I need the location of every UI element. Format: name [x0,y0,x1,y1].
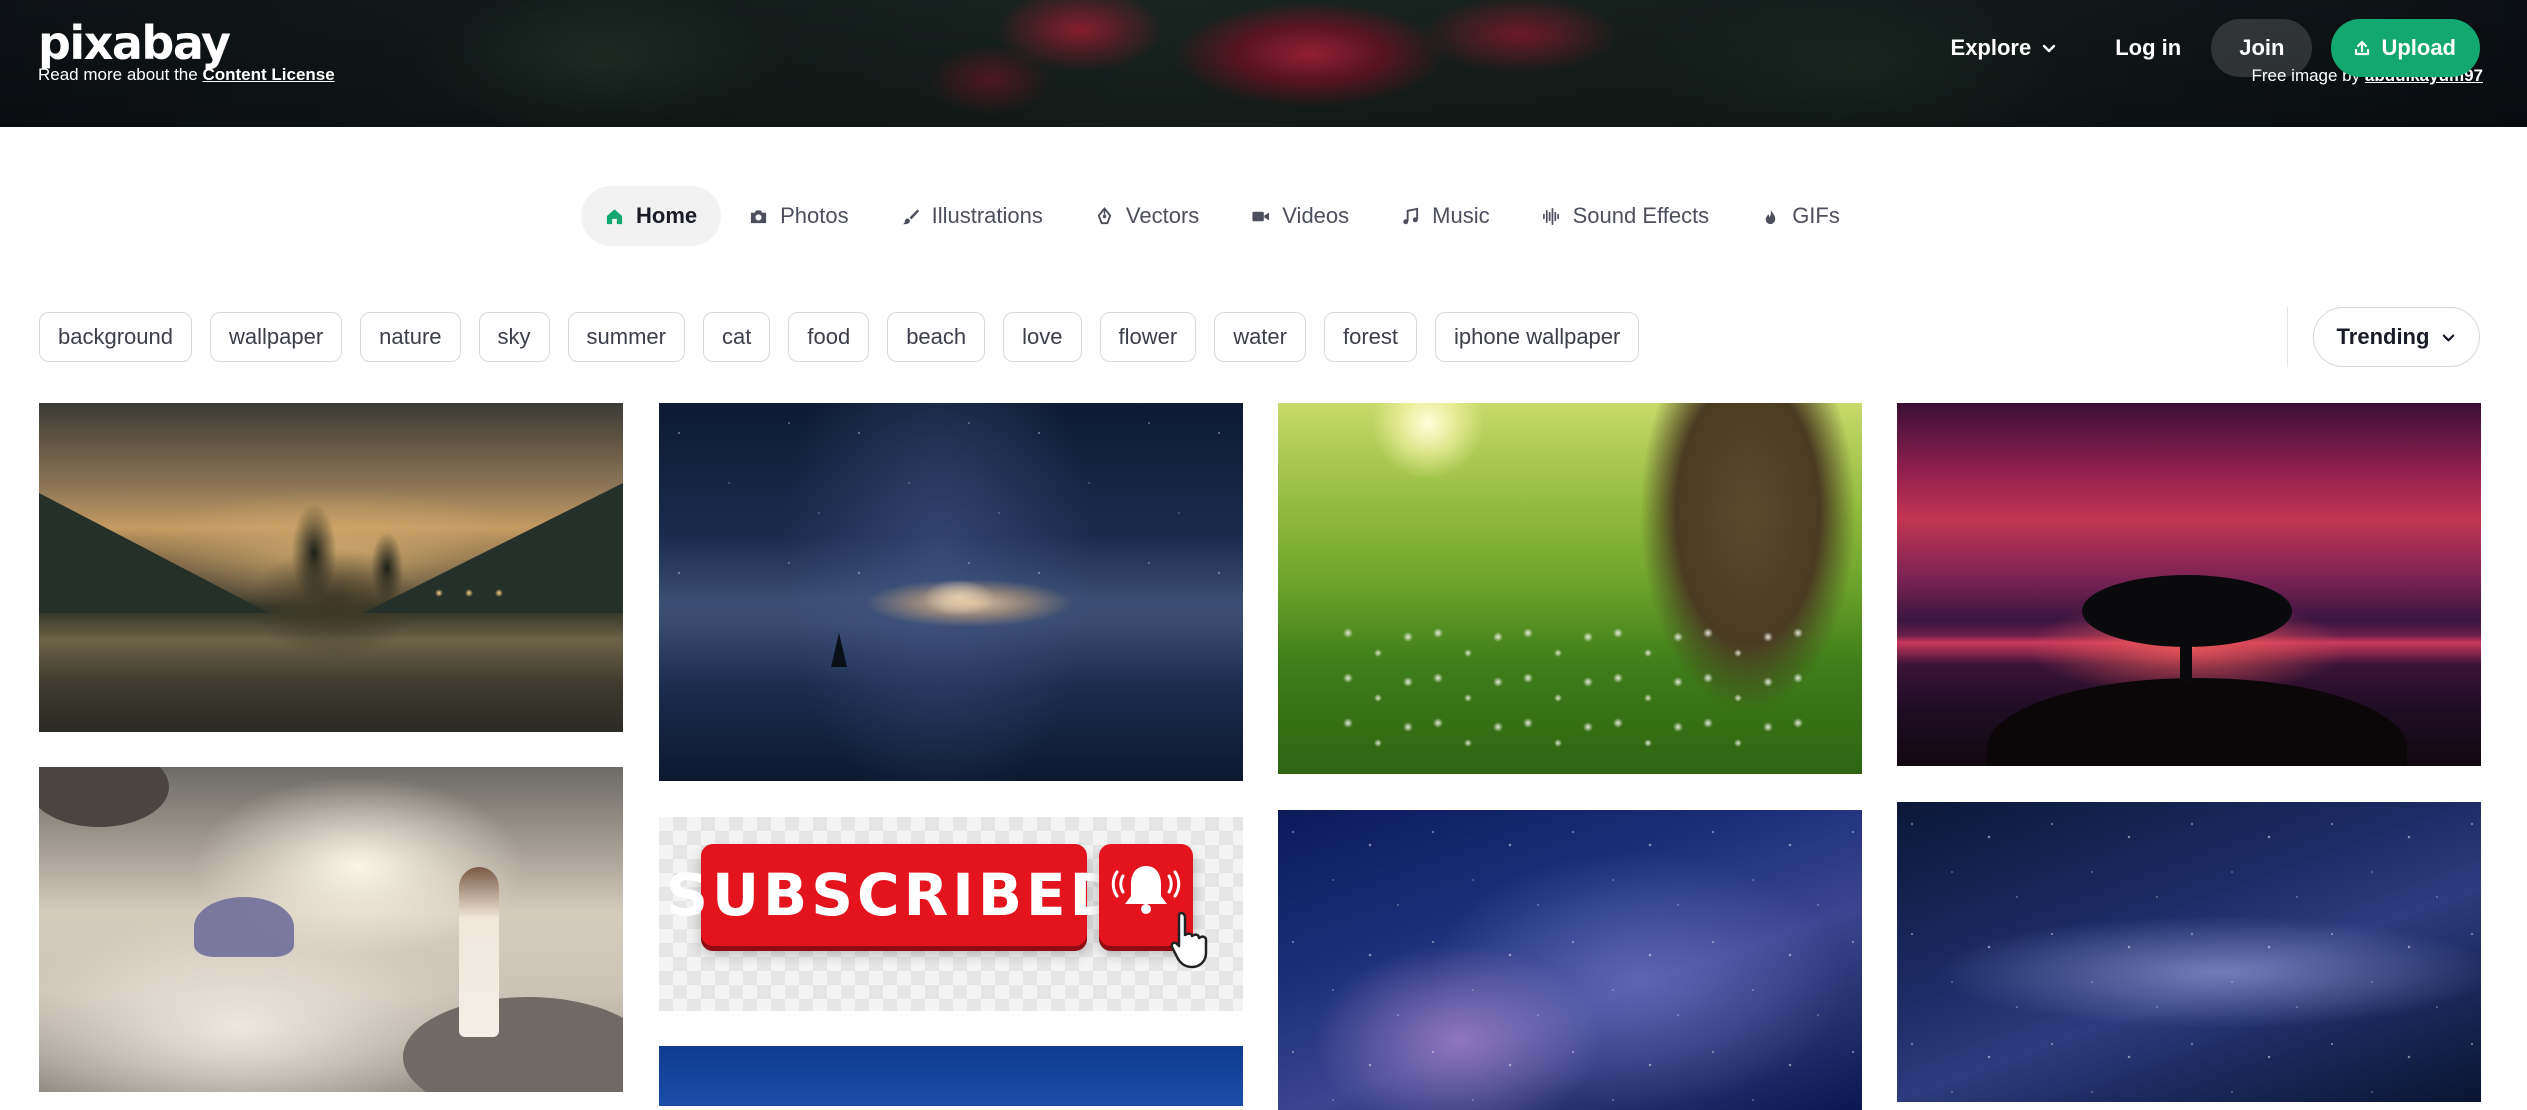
tag-chip[interactable]: background [39,312,192,362]
tab-videos[interactable]: Videos [1227,186,1373,246]
chevron-down-icon [2443,334,2455,341]
pointer-hand-icon [1170,911,1208,969]
tab-photos[interactable]: Photos [725,186,873,246]
tag-chip[interactable]: summer [567,312,685,362]
gallery-image-night-sailboat[interactable] [659,403,1243,781]
gallery-image-starry-sky[interactable] [1897,802,2481,1102]
gallery-image-lake-mountains[interactable] [39,403,623,732]
chevron-down-icon [2043,44,2056,53]
tag-chip[interactable]: water [1214,312,1306,362]
join-button[interactable]: Join [2211,19,2313,77]
gallery-image-blue[interactable] [659,1046,1243,1106]
tag-chip[interactable]: forest [1323,312,1418,362]
tag-chip[interactable]: nature [360,312,461,362]
explore-label: Explore [1950,35,2032,60]
brush-icon [902,208,919,224]
tag-chip[interactable]: cat [703,312,771,362]
tab-videos-label: Videos [1282,203,1350,228]
flame-icon [1765,208,1776,224]
gallery-image-milky-way[interactable] [1278,810,1862,1110]
sort-selected-label: Trending [2336,324,2430,349]
subscribed-graphic: SUBSCRIBED [666,844,1118,946]
popular-tags: background wallpaper nature sky summer c… [39,312,1640,362]
license-notice: Read more about the Content License [38,66,335,83]
login-link[interactable]: Log in [2115,35,2181,61]
tab-gifs-label: GIFs [1792,203,1840,228]
tag-chip[interactable]: sky [478,312,550,362]
gallery-image-meadow-flowers[interactable] [1278,403,1862,774]
tab-sound-effects[interactable]: Sound Effects [1518,186,1734,246]
tab-sound-effects-label: Sound Effects [1572,203,1710,228]
sort-dropdown[interactable]: Trending [2313,307,2480,367]
upload-button[interactable]: Upload [2331,19,2480,77]
toolbar-divider [2287,307,2288,367]
tab-vectors-label: Vectors [1125,203,1200,228]
gallery-image-fantasy-woman-clouds[interactable] [39,767,623,1092]
waveform-icon [1542,207,1559,225]
upload-label: Upload [2381,35,2456,60]
tab-photos-label: Photos [780,203,849,228]
camera-icon [751,209,767,223]
tab-gifs[interactable]: GIFs [1737,186,1864,246]
tab-illustrations[interactable]: Illustrations [877,186,1067,246]
explore-menu[interactable]: Explore [1951,35,2058,61]
gallery-image-subscribed-button[interactable]: SUBSCRIBED [659,817,1243,1011]
top-navigation: Explore Log in Join Upload [1951,19,2480,77]
gallery-image-sunset-tree[interactable] [1897,403,2481,766]
tag-chip[interactable]: beach [887,312,986,362]
content-license-link[interactable]: Content License [202,65,334,84]
tag-chip[interactable]: food [788,312,870,362]
tag-chip[interactable]: wallpaper [209,312,343,362]
music-note-icon [1403,207,1419,224]
tab-home-label: Home [636,203,698,228]
media-type-tabs: Home Photos Illustrations Vectors Videos [581,186,1864,246]
tab-home[interactable]: Home [581,186,722,246]
pen-nib-icon [1097,206,1112,224]
pixabay-logo[interactable]: pixabay [38,20,231,66]
tag-chip[interactable]: love [1003,312,1082,362]
upload-icon [2355,40,2370,56]
video-camera-icon [1252,211,1270,221]
tab-vectors[interactable]: Vectors [1071,186,1223,246]
tab-music[interactable]: Music [1377,186,1513,246]
license-prefix: Read more about the [38,65,198,84]
home-icon [606,208,623,224]
tab-illustrations-label: Illustrations [931,203,1043,228]
hero-banner: pixabay Read more about the Content Lice… [0,0,2527,127]
tag-chip[interactable]: iphone wallpaper [1435,312,1640,362]
tag-chip[interactable]: flower [1099,312,1197,362]
tab-music-label: Music [1432,203,1490,228]
